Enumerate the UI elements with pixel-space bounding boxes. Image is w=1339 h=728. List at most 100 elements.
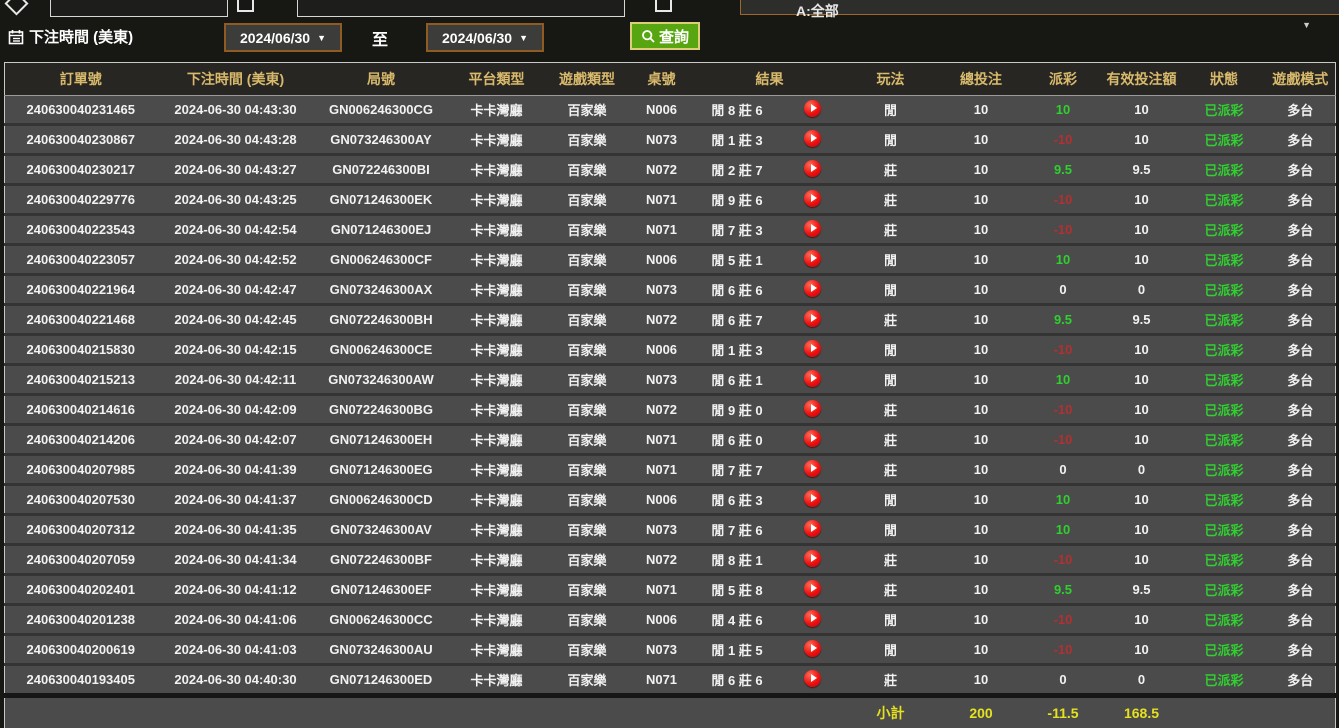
replay-button[interactable] — [804, 370, 821, 387]
play-icon — [811, 104, 817, 112]
cell-game: 百家樂 — [546, 605, 629, 635]
replay-button[interactable] — [804, 100, 821, 117]
cell-table-no: N071 — [629, 665, 695, 696]
cell-payout: 0 — [1026, 275, 1101, 305]
cell-table-no: N071 — [629, 575, 695, 605]
cell-table-no: N071 — [629, 215, 695, 245]
cell-total-bet: 10 — [937, 365, 1026, 395]
replay-button[interactable] — [804, 550, 821, 567]
cell-status: 已派彩 — [1183, 96, 1266, 125]
play-icon — [811, 314, 817, 322]
cell-payout: -10 — [1026, 605, 1101, 635]
cell-valid-bet: 10 — [1101, 335, 1183, 365]
cell-platform: 卡卡灣廳 — [448, 575, 546, 605]
replay-button[interactable] — [804, 340, 821, 357]
cell-play: 莊 — [845, 185, 937, 215]
cell-round: GN073246300AX — [315, 275, 448, 305]
cell-time: 2024-06-30 04:41:35 — [157, 515, 315, 545]
date-from-select[interactable]: 2024/06/30 ▼ — [224, 23, 342, 52]
cell-payout: -10 — [1026, 395, 1101, 425]
subtotal-total-bet: 200 — [937, 696, 1026, 728]
cell-result: 閒 1 莊 5 — [695, 635, 780, 665]
column-header: 派彩 — [1026, 63, 1101, 96]
cell-game: 百家樂 — [546, 185, 629, 215]
column-header: 遊戲模式 — [1266, 63, 1336, 96]
cell-game: 百家樂 — [546, 305, 629, 335]
replay-button[interactable] — [804, 610, 821, 627]
cell-round: GN071246300EF — [315, 575, 448, 605]
cell-order: 240630040230217 — [5, 155, 157, 185]
cell-play: 莊 — [845, 155, 937, 185]
column-header: 平台類型 — [448, 63, 546, 96]
replay-button[interactable] — [804, 280, 821, 297]
cell-time: 2024-06-30 04:42:15 — [157, 335, 315, 365]
cell-order: 240630040230867 — [5, 125, 157, 155]
cell-payout: -10 — [1026, 545, 1101, 575]
cell-total-bet: 10 — [937, 125, 1026, 155]
cell-order: 240630040221468 — [5, 305, 157, 335]
replay-button[interactable] — [804, 220, 821, 237]
cell-total-bet: 10 — [937, 455, 1026, 485]
game-filter-icon — [655, 0, 672, 12]
cell-status: 已派彩 — [1183, 665, 1266, 696]
cell-payout: -10 — [1026, 215, 1101, 245]
table-row: 2406300402075302024-06-30 04:41:37GN0062… — [5, 485, 1336, 515]
cell-platform: 卡卡灣廳 — [448, 635, 546, 665]
replay-button[interactable] — [804, 400, 821, 417]
cell-status: 已派彩 — [1183, 545, 1266, 575]
cell-replay — [780, 605, 845, 635]
cell-order: 240630040214206 — [5, 425, 157, 455]
replay-button[interactable] — [804, 490, 821, 507]
cell-replay — [780, 455, 845, 485]
bet-records-table: 訂單號下注時間 (美東)局號平台類型遊戲類型桌號結果玩法總投注派彩有效投注額狀態… — [4, 62, 1336, 728]
replay-button[interactable] — [804, 130, 821, 147]
cell-replay — [780, 425, 845, 455]
cell-payout: -10 — [1026, 125, 1101, 155]
replay-button[interactable] — [804, 640, 821, 657]
cell-round: GN006246300CE — [315, 335, 448, 365]
cell-valid-bet: 10 — [1101, 215, 1183, 245]
cell-game: 百家樂 — [546, 575, 629, 605]
cell-round: GN006246300CC — [315, 605, 448, 635]
replay-button[interactable] — [804, 160, 821, 177]
cell-status: 已派彩 — [1183, 245, 1266, 275]
cell-time: 2024-06-30 04:43:28 — [157, 125, 315, 155]
cell-status: 已派彩 — [1183, 575, 1266, 605]
replay-button[interactable] — [804, 190, 821, 207]
replay-button[interactable] — [804, 310, 821, 327]
cell-platform: 卡卡灣廳 — [448, 155, 546, 185]
cell-platform: 卡卡灣廳 — [448, 605, 546, 635]
cell-game: 百家樂 — [546, 96, 629, 125]
replay-button[interactable] — [804, 250, 821, 267]
cell-time: 2024-06-30 04:41:34 — [157, 545, 315, 575]
cell-total-bet: 10 — [937, 665, 1026, 696]
replay-button[interactable] — [804, 460, 821, 477]
cell-valid-bet: 10 — [1101, 395, 1183, 425]
cell-mode: 多台 — [1266, 365, 1336, 395]
column-header: 局號 — [315, 63, 448, 96]
play-icon — [811, 614, 817, 622]
cell-replay — [780, 515, 845, 545]
replay-button[interactable] — [804, 430, 821, 447]
category-select[interactable]: A:全部 ▼ — [740, 0, 1339, 15]
cell-platform: 卡卡灣廳 — [448, 305, 546, 335]
cell-total-bet: 10 — [937, 155, 1026, 185]
replay-button[interactable] — [804, 580, 821, 597]
cell-round: GN071246300EG — [315, 455, 448, 485]
table-row: 2406300402235432024-06-30 04:42:54GN0712… — [5, 215, 1336, 245]
bet-time-label: 下注時間 (美東) — [29, 26, 133, 47]
cell-result: 閒 8 莊 6 — [695, 96, 780, 125]
replay-button[interactable] — [804, 670, 821, 687]
bet-records-screen: A:全部 ▼ 下注時間 (美東) 2024/06/30 ▼ 至 2024/06/… — [0, 0, 1339, 728]
cell-valid-bet: 9.5 — [1101, 155, 1183, 185]
account-input[interactable] — [50, 0, 228, 17]
replay-button[interactable] — [804, 520, 821, 537]
cell-valid-bet: 10 — [1101, 96, 1183, 125]
cell-game: 百家樂 — [546, 515, 629, 545]
date-to-select[interactable]: 2024/06/30 ▼ — [426, 23, 544, 52]
cell-mode: 多台 — [1266, 185, 1336, 215]
cell-payout: 10 — [1026, 96, 1101, 125]
agent-input[interactable] — [297, 0, 625, 17]
query-button[interactable]: 查詢 — [630, 22, 700, 50]
cell-table-no: N072 — [629, 395, 695, 425]
